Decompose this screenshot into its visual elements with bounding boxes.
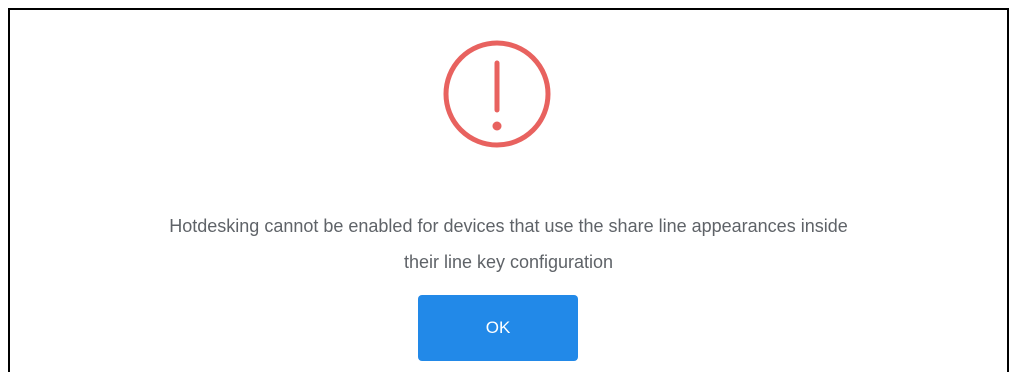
dialog-message: Hotdesking cannot be enabled for devices…	[10, 208, 1007, 280]
message-line-2: their line key configuration	[403, 252, 614, 272]
dialog-frame: Hotdesking cannot be enabled for devices…	[8, 8, 1009, 372]
exclamation-circle-icon	[443, 40, 551, 148]
message-line-1: Hotdesking cannot be enabled for devices…	[169, 216, 848, 236]
alert-dialog: Hotdesking cannot be enabled for devices…	[10, 10, 1007, 372]
ok-button[interactable]: OK	[418, 295, 578, 361]
